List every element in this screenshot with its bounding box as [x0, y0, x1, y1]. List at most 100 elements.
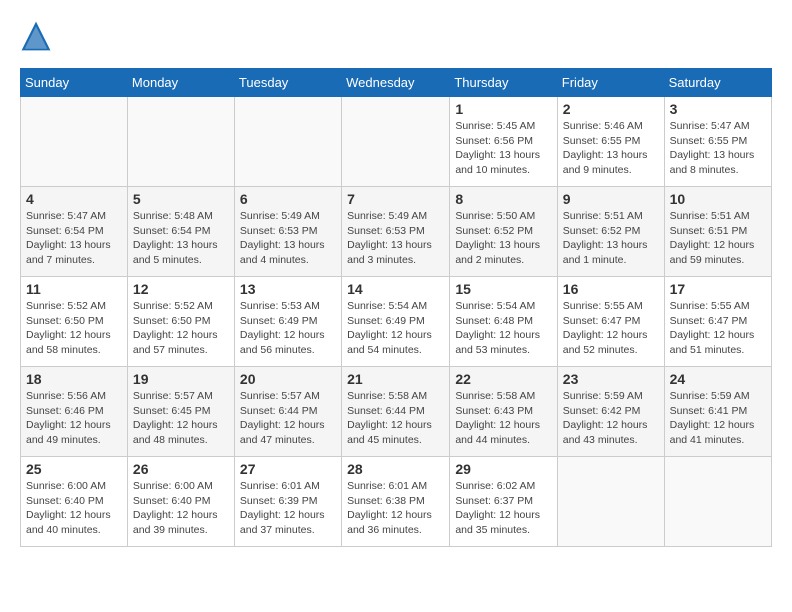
day-number: 2	[563, 101, 659, 117]
calendar-cell: 14 Sunrise: 5:54 AM Sunset: 6:49 PM Dayli…	[342, 277, 450, 367]
calendar-cell	[664, 457, 771, 547]
logo-icon	[20, 20, 52, 52]
day-number: 8	[455, 191, 551, 207]
day-number: 26	[133, 461, 229, 477]
day-info: Sunrise: 5:49 AM Sunset: 6:53 PM Dayligh…	[347, 209, 444, 268]
calendar-cell: 9Sunrise: 5:51 AM Sunset: 6:52 PM Daylig…	[557, 187, 664, 277]
calendar-week-row: 11 Sunrise: 5:52 AM Sunset: 6:50 PM Dayli…	[21, 277, 772, 367]
day-number: 16	[563, 281, 659, 297]
day-number: 13	[240, 281, 336, 297]
logo	[20, 20, 56, 52]
day-info: Sunrise: 5:45 AM Sunset: 6:56 PM Dayligh…	[455, 119, 551, 178]
day-number: 6	[240, 191, 336, 207]
calendar-cell: 23 Sunrise: 5:59 AM Sunset: 6:42 PM Dayli…	[557, 367, 664, 457]
day-info: Sunrise: 5:59 AM Sunset: 6:41 PM Dayligh…	[670, 389, 766, 448]
page-header	[20, 20, 772, 52]
calendar-cell: 10 Sunrise: 5:51 AM Sunset: 6:51 PM Dayli…	[664, 187, 771, 277]
calendar-header-wednesday: Wednesday	[342, 69, 450, 97]
calendar-cell: 2 Sunrise: 5:46 AM Sunset: 6:55 PM Daylig…	[557, 97, 664, 187]
calendar-week-row: 18 Sunrise: 5:56 AM Sunset: 6:46 PM Dayli…	[21, 367, 772, 457]
day-info: Sunrise: 5:56 AM Sunset: 6:46 PM Dayligh…	[26, 389, 122, 448]
calendar-header-saturday: Saturday	[664, 69, 771, 97]
day-number: 3	[670, 101, 766, 117]
day-number: 1	[455, 101, 551, 117]
day-info: Sunrise: 5:51 AM Sunset: 6:51 PM Dayligh…	[670, 209, 766, 268]
calendar-cell: 17 Sunrise: 5:55 AM Sunset: 6:47 PM Dayli…	[664, 277, 771, 367]
calendar-cell	[234, 97, 341, 187]
day-number: 28	[347, 461, 444, 477]
day-info: Sunrise: 5:58 AM Sunset: 6:44 PM Dayligh…	[347, 389, 444, 448]
calendar-cell	[342, 97, 450, 187]
day-info: Sunrise: 6:02 AM Sunset: 6:37 PM Dayligh…	[455, 479, 551, 538]
day-number: 12	[133, 281, 229, 297]
calendar-week-row: 4 Sunrise: 5:47 AM Sunset: 6:54 PM Daylig…	[21, 187, 772, 277]
calendar-cell	[21, 97, 128, 187]
day-number: 22	[455, 371, 551, 387]
day-info: Sunrise: 5:54 AM Sunset: 6:48 PM Dayligh…	[455, 299, 551, 358]
day-number: 5	[133, 191, 229, 207]
day-info: Sunrise: 6:00 AM Sunset: 6:40 PM Dayligh…	[26, 479, 122, 538]
calendar-header-thursday: Thursday	[450, 69, 557, 97]
calendar-table: SundayMondayTuesdayWednesdayThursdayFrid…	[20, 68, 772, 547]
calendar-week-row: 1 Sunrise: 5:45 AM Sunset: 6:56 PM Daylig…	[21, 97, 772, 187]
day-number: 11	[26, 281, 122, 297]
day-info: Sunrise: 5:59 AM Sunset: 6:42 PM Dayligh…	[563, 389, 659, 448]
day-info: Sunrise: 5:58 AM Sunset: 6:43 PM Dayligh…	[455, 389, 551, 448]
calendar-cell: 28 Sunrise: 6:01 AM Sunset: 6:38 PM Dayli…	[342, 457, 450, 547]
day-number: 7	[347, 191, 444, 207]
day-number: 4	[26, 191, 122, 207]
day-info: Sunrise: 5:57 AM Sunset: 6:44 PM Dayligh…	[240, 389, 336, 448]
day-number: 29	[455, 461, 551, 477]
day-info: Sunrise: 6:01 AM Sunset: 6:38 PM Dayligh…	[347, 479, 444, 538]
calendar-cell: 7 Sunrise: 5:49 AM Sunset: 6:53 PM Daylig…	[342, 187, 450, 277]
calendar-cell: 19Sunrise: 5:57 AM Sunset: 6:45 PM Dayli…	[127, 367, 234, 457]
calendar-cell: 13Sunrise: 5:53 AM Sunset: 6:49 PM Dayli…	[234, 277, 341, 367]
day-number: 25	[26, 461, 122, 477]
calendar-cell: 4 Sunrise: 5:47 AM Sunset: 6:54 PM Daylig…	[21, 187, 128, 277]
day-info: Sunrise: 6:00 AM Sunset: 6:40 PM Dayligh…	[133, 479, 229, 538]
calendar-header-tuesday: Tuesday	[234, 69, 341, 97]
day-number: 23	[563, 371, 659, 387]
calendar-cell: 8 Sunrise: 5:50 AM Sunset: 6:52 PM Daylig…	[450, 187, 557, 277]
day-number: 10	[670, 191, 766, 207]
calendar-cell: 11 Sunrise: 5:52 AM Sunset: 6:50 PM Dayli…	[21, 277, 128, 367]
day-info: Sunrise: 5:47 AM Sunset: 6:55 PM Dayligh…	[670, 119, 766, 178]
calendar-cell: 29 Sunrise: 6:02 AM Sunset: 6:37 PM Dayli…	[450, 457, 557, 547]
day-number: 24	[670, 371, 766, 387]
calendar-cell	[557, 457, 664, 547]
calendar-header-sunday: Sunday	[21, 69, 128, 97]
day-number: 18	[26, 371, 122, 387]
day-number: 20	[240, 371, 336, 387]
calendar-cell: 1 Sunrise: 5:45 AM Sunset: 6:56 PM Daylig…	[450, 97, 557, 187]
day-info: Sunrise: 5:47 AM Sunset: 6:54 PM Dayligh…	[26, 209, 122, 268]
day-info: Sunrise: 5:52 AM Sunset: 6:50 PM Dayligh…	[133, 299, 229, 358]
day-info: Sunrise: 5:57 AM Sunset: 6:45 PM Dayligh…	[133, 389, 229, 448]
day-info: Sunrise: 5:46 AM Sunset: 6:55 PM Dayligh…	[563, 119, 659, 178]
calendar-cell: 26 Sunrise: 6:00 AM Sunset: 6:40 PM Dayli…	[127, 457, 234, 547]
day-number: 21	[347, 371, 444, 387]
calendar-cell: 27 Sunrise: 6:01 AM Sunset: 6:39 PM Dayli…	[234, 457, 341, 547]
day-info: Sunrise: 5:54 AM Sunset: 6:49 PM Dayligh…	[347, 299, 444, 358]
calendar-cell: 24 Sunrise: 5:59 AM Sunset: 6:41 PM Dayli…	[664, 367, 771, 457]
calendar-header-friday: Friday	[557, 69, 664, 97]
calendar-cell: 12 Sunrise: 5:52 AM Sunset: 6:50 PM Dayli…	[127, 277, 234, 367]
day-info: Sunrise: 6:01 AM Sunset: 6:39 PM Dayligh…	[240, 479, 336, 538]
day-info: Sunrise: 5:48 AM Sunset: 6:54 PM Dayligh…	[133, 209, 229, 268]
calendar-cell: 3 Sunrise: 5:47 AM Sunset: 6:55 PM Daylig…	[664, 97, 771, 187]
day-number: 27	[240, 461, 336, 477]
day-info: Sunrise: 5:50 AM Sunset: 6:52 PM Dayligh…	[455, 209, 551, 268]
calendar-cell: 6 Sunrise: 5:49 AM Sunset: 6:53 PM Daylig…	[234, 187, 341, 277]
day-info: Sunrise: 5:49 AM Sunset: 6:53 PM Dayligh…	[240, 209, 336, 268]
day-info: Sunrise: 5:55 AM Sunset: 6:47 PM Dayligh…	[563, 299, 659, 358]
calendar-cell: 25 Sunrise: 6:00 AM Sunset: 6:40 PM Dayli…	[21, 457, 128, 547]
day-number: 14	[347, 281, 444, 297]
day-info: Sunrise: 5:52 AM Sunset: 6:50 PM Dayligh…	[26, 299, 122, 358]
calendar-cell: 15Sunrise: 5:54 AM Sunset: 6:48 PM Dayli…	[450, 277, 557, 367]
calendar-week-row: 25 Sunrise: 6:00 AM Sunset: 6:40 PM Dayli…	[21, 457, 772, 547]
calendar-cell: 21 Sunrise: 5:58 AM Sunset: 6:44 PM Dayli…	[342, 367, 450, 457]
day-info: Sunrise: 5:55 AM Sunset: 6:47 PM Dayligh…	[670, 299, 766, 358]
calendar-cell: 20 Sunrise: 5:57 AM Sunset: 6:44 PM Dayli…	[234, 367, 341, 457]
calendar-cell: 16 Sunrise: 5:55 AM Sunset: 6:47 PM Dayli…	[557, 277, 664, 367]
day-number: 17	[670, 281, 766, 297]
calendar-header-monday: Monday	[127, 69, 234, 97]
